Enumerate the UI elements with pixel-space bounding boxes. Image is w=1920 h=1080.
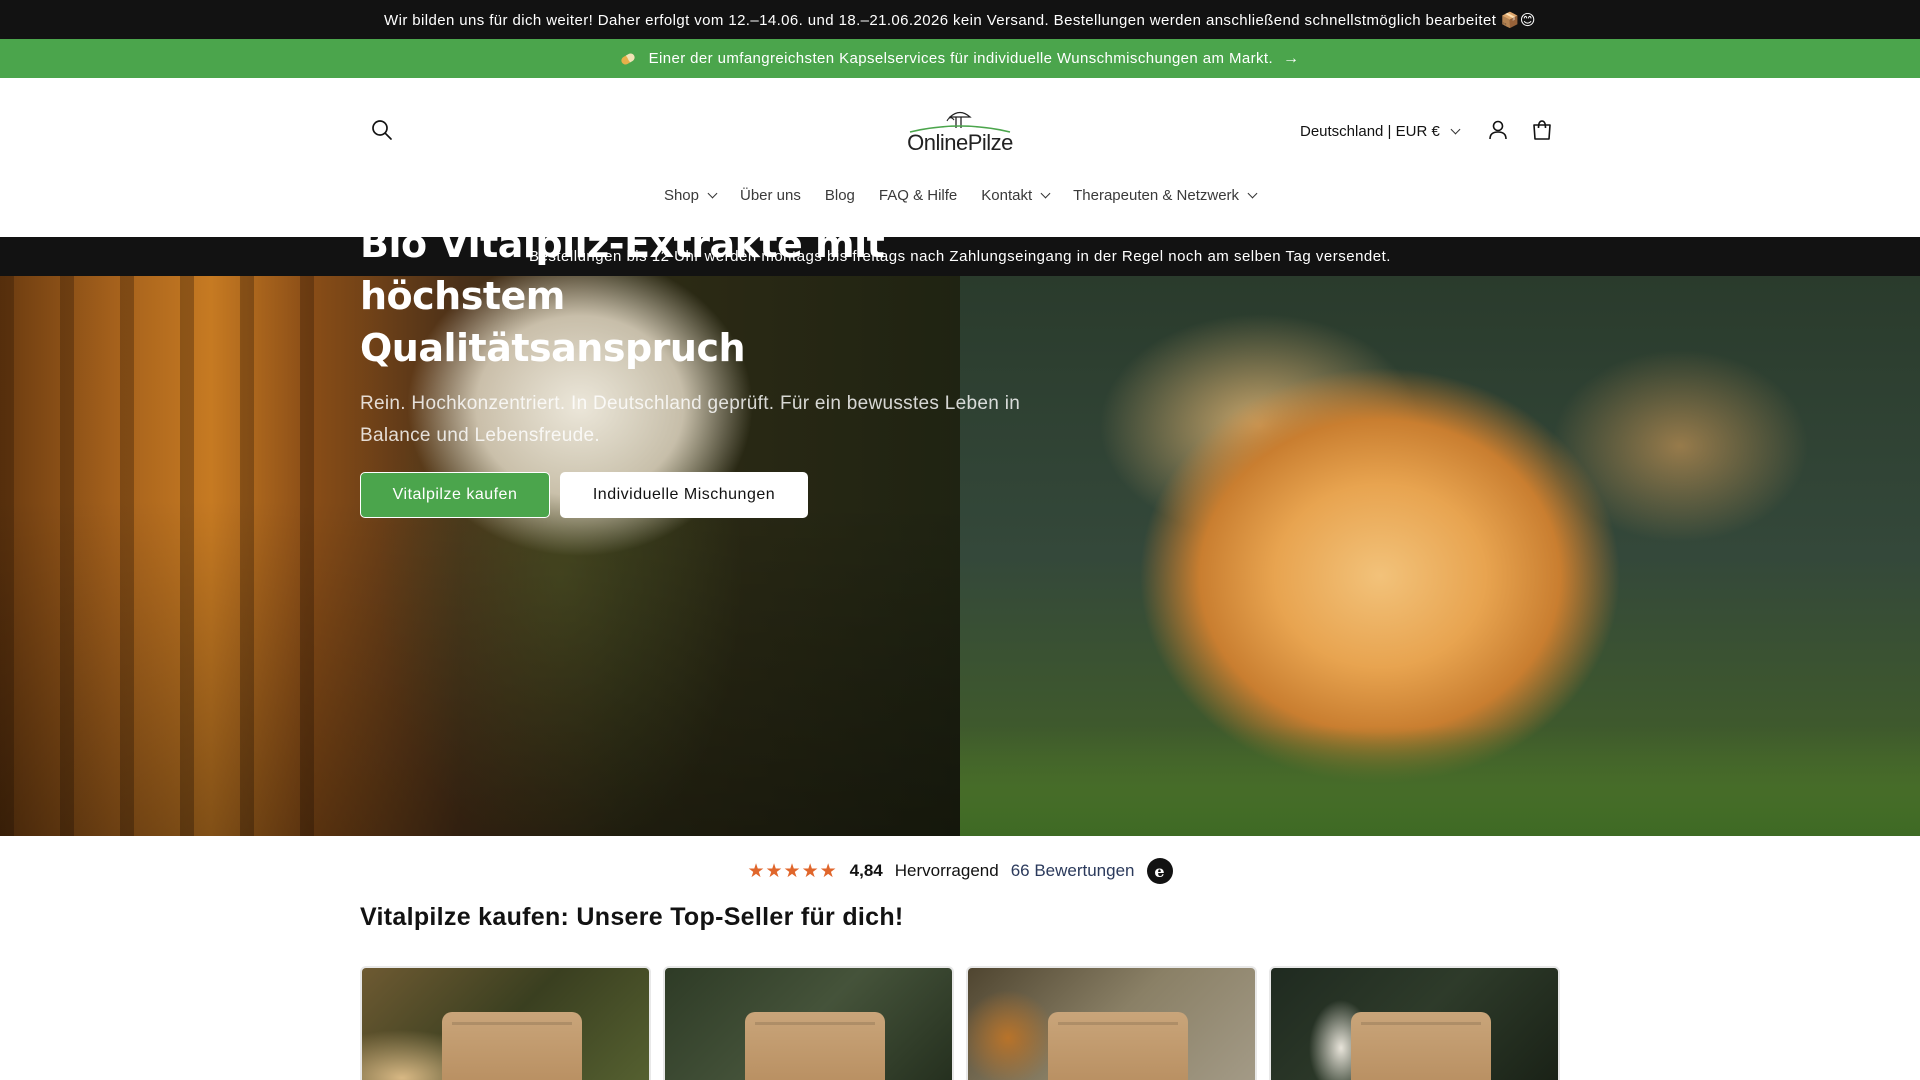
site-logo[interactable]: OnlinePilze — [906, 106, 1014, 158]
nav-item-shop[interactable]: Shop — [652, 180, 728, 210]
trusted-shops-badge-icon: e — [1146, 858, 1173, 884]
chevron-down-icon — [1040, 188, 1051, 198]
main-navigation: Shop Über uns Blog FAQ & Hilfe Kontakt T… — [0, 180, 1920, 210]
trusted-shops-rating[interactable]: ★★★★★ 4,84 Hervorragend 66 Bewertungen e — [0, 856, 1920, 886]
promo-bar[interactable]: Einer der umfangreichsten Kapselservices… — [0, 39, 1920, 78]
moss-decoration — [960, 726, 1920, 836]
product-card[interactable] — [1269, 966, 1560, 1080]
chevron-down-icon — [1247, 188, 1258, 198]
hero-content: Bio Vitalpilz-Extrakte mit höchstem Qual… — [360, 218, 1080, 518]
hero-title-line1: Bio Vitalpilz-Extrakte mit höchstem — [360, 222, 885, 318]
announcement-bar: Wir bilden uns für dich weiter! Daher er… — [0, 0, 1920, 39]
nav-label: Kontakt — [981, 186, 1033, 204]
nav-item-therapists[interactable]: Therapeuten & Netzwerk — [1061, 180, 1268, 210]
account-button[interactable] — [1482, 114, 1514, 146]
shop-mushrooms-button[interactable]: Vitalpilze kaufen — [360, 472, 550, 518]
search-icon — [372, 120, 392, 140]
hero-title-line2: Qualitätsanspruch — [360, 326, 746, 370]
product-pouch-image — [1048, 1012, 1188, 1080]
chevron-down-icon — [1450, 124, 1461, 134]
logo-text: OnlinePilze — [907, 130, 1013, 155]
nav-item-faq[interactable]: FAQ & Hilfe — [867, 180, 969, 210]
cart-icon — [1533, 120, 1551, 140]
nav-item-about[interactable]: Über uns — [728, 180, 813, 210]
cart-button[interactable] — [1526, 114, 1558, 146]
pill-icon — [619, 51, 636, 66]
bestsellers-title: Vitalpilze kaufen: Unsere Top-Seller für… — [360, 903, 904, 931]
nav-label: FAQ & Hilfe — [878, 186, 958, 204]
country-currency-label: Deutschland | EUR € — [1300, 122, 1440, 140]
product-card[interactable] — [966, 966, 1257, 1080]
rating-count[interactable]: 66 Bewertungen — [1011, 861, 1135, 881]
product-pouch-image — [745, 1012, 885, 1080]
product-grid — [360, 966, 1560, 1080]
nav-label: Blog — [824, 186, 855, 204]
product-pouch-image — [442, 1012, 582, 1080]
arrow-right-icon: → — [1283, 49, 1300, 67]
product-card[interactable] — [663, 966, 954, 1080]
nav-item-contact[interactable]: Kontakt — [969, 180, 1061, 210]
rating-score: 4,84 — [849, 861, 883, 880]
nav-item-blog[interactable]: Blog — [813, 180, 867, 210]
custom-blends-button[interactable]: Individuelle Mischungen — [560, 472, 808, 518]
chevron-down-icon — [707, 188, 718, 198]
account-icon — [1489, 120, 1507, 140]
nav-label: Über uns — [739, 186, 801, 204]
rating-stars: ★★★★★ — [747, 860, 838, 882]
search-button[interactable] — [366, 114, 398, 146]
rating-label: Hervorragend — [894, 861, 999, 880]
hero-image-tremella — [960, 276, 1920, 836]
hero-subtitle: Rein. Hochkonzentriert. In Deutschland g… — [360, 393, 1021, 446]
nav-label: Therapeuten & Netzwerk — [1073, 186, 1240, 204]
announcement-text: Wir bilden uns für dich weiter! Daher er… — [384, 11, 1536, 29]
hero-buttons: Vitalpilze kaufen Individuelle Mischunge… — [360, 472, 1080, 518]
hero-title: Bio Vitalpilz-Extrakte mit höchstem Qual… — [360, 218, 1080, 374]
product-pouch-image — [1351, 1012, 1491, 1080]
product-card[interactable] — [360, 966, 651, 1080]
promo-text[interactable]: Einer der umfangreichsten Kapselservices… — [649, 50, 1273, 67]
nav-label: Shop — [663, 186, 699, 204]
country-currency-selector[interactable]: Deutschland | EUR € — [1300, 116, 1461, 146]
